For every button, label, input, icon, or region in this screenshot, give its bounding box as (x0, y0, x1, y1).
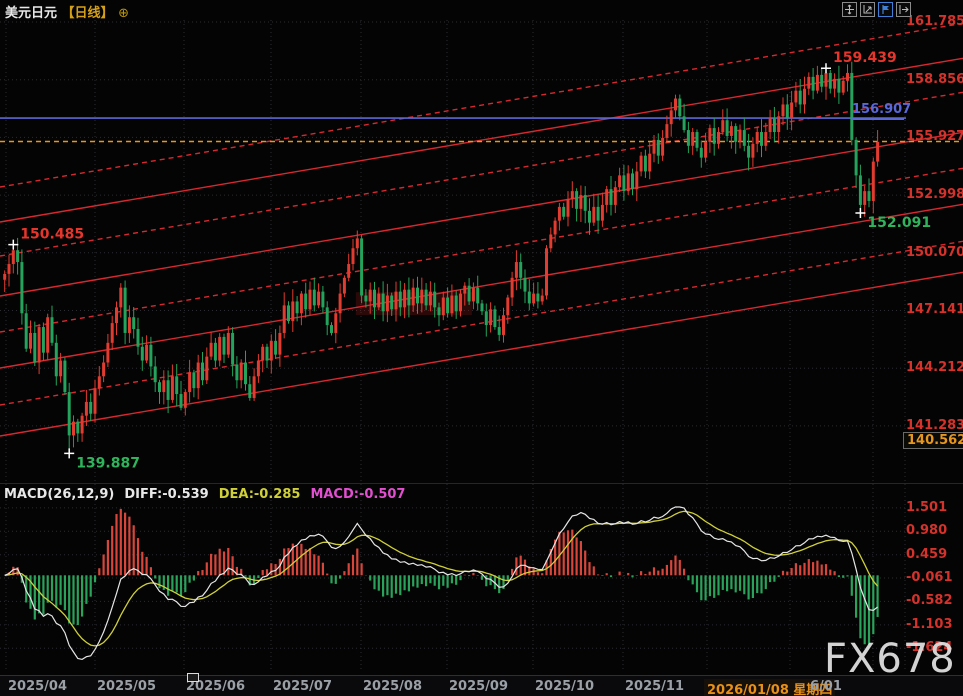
macd-axis-label: 1.501 (906, 500, 947, 515)
flag-icon[interactable] (878, 2, 893, 17)
move-icon[interactable] (842, 2, 857, 17)
price-extreme-label: 152.091 (867, 215, 931, 231)
macd-axis-label: -1.103 (906, 617, 953, 632)
time-axis-label: 2025/09 (449, 679, 508, 694)
price-axis-label: 158.856 (906, 72, 963, 87)
time-axis[interactable]: 2026/01/08 星期四 6/01 2025/042025/052025/0… (0, 675, 963, 696)
price-extreme-label: 159.439 (833, 50, 897, 66)
candlestick-chart[interactable]: 150.485 139.887 159.439 152.091 (0, 0, 963, 696)
chart-toolbar (842, 2, 911, 17)
symbol-name: 美元日元 (5, 6, 57, 21)
axis-slider-handle[interactable] (187, 673, 199, 682)
macd-diff-value: DIFF:-0.539 (124, 487, 208, 502)
time-axis-label: 2025/10 (535, 679, 594, 694)
macd-header: MACD(26,12,9) DIFF:-0.539 DEA:-0.285 MACD:-… (4, 487, 415, 502)
price-axis-label: 155.927 (906, 129, 963, 144)
price-axis-label: 147.141 (906, 302, 963, 317)
axis-range-icon[interactable] (860, 2, 875, 17)
price-extreme-label: 150.485 (20, 227, 84, 243)
watermark: FX678 (824, 636, 956, 682)
price-axis-label: 150.070 (906, 245, 963, 260)
price-axis-label: 144.212 (906, 360, 963, 375)
price-extreme-label: 139.887 (76, 455, 140, 471)
macd-dea-value: DEA:-0.285 (219, 487, 301, 502)
add-symbol-icon[interactable]: ⊕ (118, 6, 129, 21)
page-title: 美元日元 【日线】 ⊕ (5, 2, 129, 21)
time-axis-label: 2025/04 (8, 679, 67, 694)
price-axis-label: 152.998 (906, 187, 963, 202)
timeframe-tag: 【日线】 (62, 6, 114, 21)
time-axis-label: 2025/08 (363, 679, 422, 694)
price-axis-label: 141.283 (906, 418, 963, 433)
trading-app: 150.485 139.887 159.439 152.091 美元日元 【日线】 ⊕… (0, 0, 963, 696)
macd-macd-value: MACD:-0.507 (310, 487, 405, 502)
macd-axis-label: 0.459 (906, 547, 947, 562)
macd-params-label: MACD(26,12,9) (4, 487, 114, 502)
title-bar: 美元日元 【日线】 ⊕ (0, 0, 963, 20)
current-price-box: 140.562 (903, 432, 963, 449)
macd-axis-label: -0.061 (906, 570, 953, 585)
time-axis-label: 2025/05 (97, 679, 156, 694)
time-axis-label: 2025/11 (625, 679, 684, 694)
blue-level-label: 156.907 (852, 102, 904, 120)
pan-end-icon[interactable] (896, 2, 911, 17)
macd-axis-label: 0.980 (906, 523, 947, 538)
time-axis-label: 2025/07 (273, 679, 332, 694)
macd-axis-label: -0.582 (906, 593, 953, 608)
